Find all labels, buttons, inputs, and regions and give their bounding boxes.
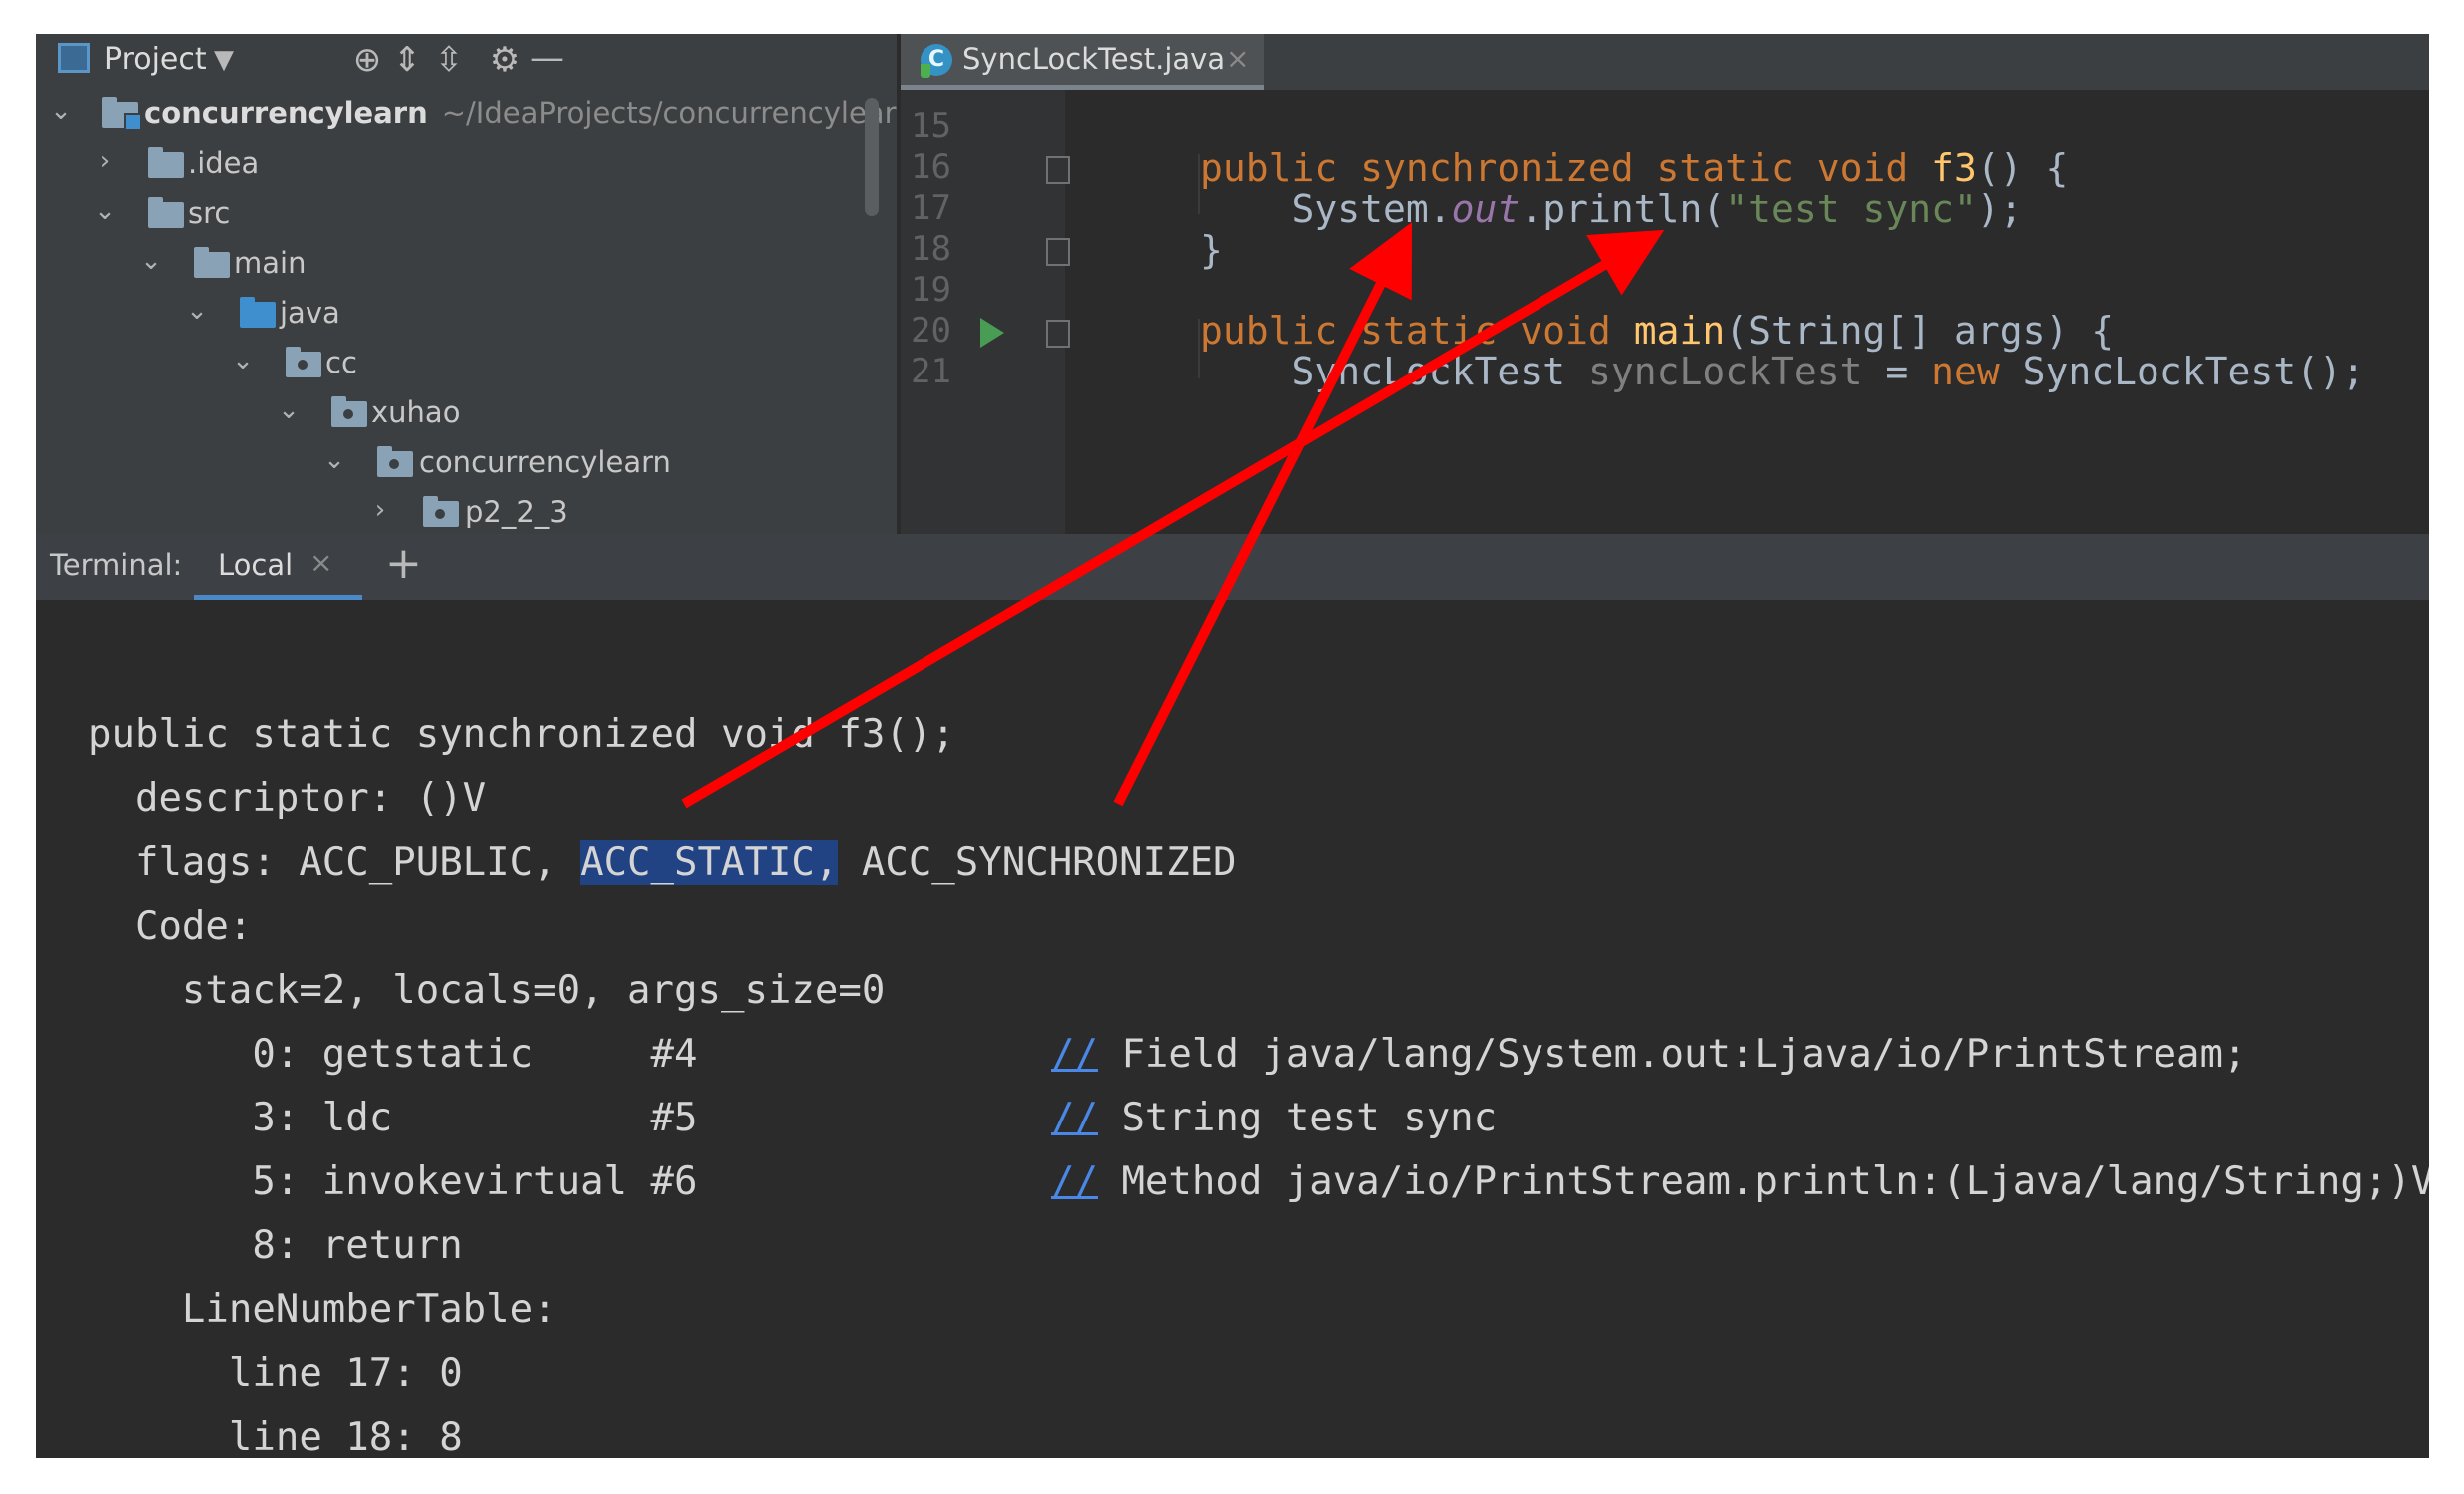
locate-icon[interactable]: ⊕ — [347, 40, 387, 80]
term-line-flags: flags: ACC_PUBLIC, ACC_STATIC, ACC_SYNCH… — [88, 840, 1237, 885]
line-number: 15 — [911, 106, 951, 146]
project-icon — [58, 43, 90, 73]
tab-label: SyncLockTest.java — [962, 42, 1226, 76]
terminal-title: Terminal: — [50, 548, 183, 582]
terminal-output[interactable]: public static synchronized void f3(); de… — [36, 600, 2429, 1458]
code-line-17[interactable]: System.out.println("test sync"); — [1200, 187, 2023, 231]
fold-marker-icon[interactable] — [1046, 238, 1070, 266]
term-comment-string: // String test sync — [1051, 1096, 1498, 1140]
line-number: 16 — [911, 147, 951, 187]
source-folder-icon — [240, 297, 276, 328]
line-number: 18 — [911, 229, 951, 269]
tree-item-label: p2_2_3 — [465, 495, 568, 529]
code-line-21[interactable]: SyncLockTest syncLockTest = new SyncLock… — [1200, 350, 2365, 393]
gear-icon[interactable]: ⚙ — [485, 40, 525, 80]
code-line-16[interactable]: public synchronized static void f3() { — [1200, 146, 2068, 190]
chevron-down-icon[interactable]: ▼ — [214, 40, 234, 80]
code-editor: C SyncLockTest.java × 15 16 17 18 19 20 … — [901, 34, 2429, 534]
folder-icon — [148, 147, 184, 178]
selected-text[interactable]: ACC_STATIC, — [580, 840, 839, 885]
term-line-instr-3: 3: ldc #5 — [88, 1096, 698, 1140]
tree-item-xuhao[interactable]: ⌄ xuhao — [36, 389, 897, 439]
line-number: 20 — [911, 311, 951, 351]
chevron-right-icon[interactable]: › — [92, 146, 118, 176]
tree-item-p2-2-3[interactable]: › p2_2_3 — [36, 489, 897, 534]
java-class-icon: C — [921, 44, 952, 78]
chevron-down-icon[interactable]: ⌄ — [184, 296, 210, 326]
line-number: 19 — [911, 270, 951, 310]
code-line-18[interactable]: } — [1200, 228, 1223, 272]
tree-item-label: concurrencylearn — [419, 445, 671, 479]
tree-item-label: xuhao — [371, 395, 461, 429]
chevron-down-icon[interactable]: ⌄ — [138, 246, 164, 276]
project-panel: Project ▼ ⊕ ⇕ ⇳ ⚙ — ⌄ concurrencylearn ~/… — [36, 34, 897, 534]
chevron-down-icon[interactable]: ⌄ — [276, 395, 302, 425]
minimize-icon[interactable]: — — [527, 38, 567, 78]
terminal-tool-bar: Terminal: Local × + — [36, 534, 2429, 600]
chevron-right-icon[interactable]: › — [367, 495, 393, 525]
fold-marker-icon[interactable] — [1046, 320, 1070, 348]
package-icon — [423, 496, 459, 527]
module-folder-icon — [102, 97, 142, 131]
editor-tab-bar: C SyncLockTest.java × — [901, 34, 2429, 90]
term-line-stack: stack=2, locals=0, args_size=0 — [88, 968, 886, 1013]
tree-item-concurrencylearn-root[interactable]: ⌄ concurrencylearn ~/IdeaProjects/concurr… — [36, 90, 897, 140]
fold-marker-icon[interactable] — [1046, 156, 1070, 184]
chevron-down-icon[interactable]: ⌄ — [48, 96, 74, 126]
tree-item-main[interactable]: ⌄ main — [36, 240, 897, 290]
chevron-down-icon[interactable]: ⌄ — [92, 196, 118, 226]
tab-label: Local — [218, 548, 294, 582]
project-scrollbar[interactable] — [865, 98, 879, 216]
code-line-20[interactable]: public static void main(String[] args) { — [1200, 309, 2114, 353]
term-line-signature: public static synchronized void f3(); — [88, 712, 955, 757]
term-comment-method: // Method java/io/PrintStream.println:(L… — [1051, 1159, 2429, 1204]
term-line-linenumbertable: LineNumberTable: — [88, 1287, 557, 1332]
project-title[interactable]: Project — [104, 42, 207, 77]
project-tree: ⌄ concurrencylearn ~/IdeaProjects/concurr… — [36, 90, 897, 534]
close-icon[interactable]: × — [1226, 42, 1249, 75]
term-line-descriptor: descriptor: ()V — [88, 776, 487, 821]
tree-item-label: cc — [325, 346, 357, 379]
tree-item-label: main — [234, 246, 307, 280]
package-icon — [331, 396, 367, 427]
tree-item-src[interactable]: ⌄ src — [36, 190, 897, 240]
term-line-instr-0: 0: getstatic #4 — [88, 1032, 698, 1077]
collapse-all-icon[interactable]: ⇳ — [429, 40, 469, 80]
line-number: 17 — [911, 188, 951, 228]
new-session-icon[interactable]: + — [385, 538, 422, 589]
term-comment-field: // Field java/lang/System.out:Ljava/io/P… — [1051, 1032, 2247, 1077]
tree-item-concurrencylearn-package[interactable]: ⌄ concurrencylearn — [36, 439, 897, 489]
term-line-ln17: line 17: 0 — [88, 1351, 463, 1396]
package-icon — [286, 347, 321, 377]
close-icon[interactable]: × — [309, 546, 332, 579]
line-gutter: 15 16 17 18 19 20 21 — [901, 90, 1070, 534]
tab-local[interactable]: Local × — [194, 534, 362, 600]
expand-all-icon[interactable]: ⇕ — [387, 40, 427, 80]
line-number: 21 — [911, 352, 951, 391]
tree-item-idea[interactable]: › .idea — [36, 140, 897, 190]
run-icon[interactable] — [980, 318, 1004, 348]
tree-item-label: src — [188, 196, 231, 230]
term-line-instr-8: 8: return — [88, 1223, 463, 1268]
chevron-down-icon[interactable]: ⌄ — [230, 346, 256, 375]
tree-item-label: concurrencylearn ~/IdeaProjects/concurren… — [144, 96, 897, 130]
term-line-ln18: line 18: 8 — [88, 1415, 463, 1458]
tree-item-label: java — [280, 296, 340, 330]
tree-item-label: .idea — [188, 146, 260, 180]
term-line-instr-5: 5: invokevirtual #6 — [88, 1159, 698, 1204]
folder-icon — [194, 247, 230, 278]
ide-window: Project ▼ ⊕ ⇕ ⇳ ⚙ — ⌄ concurrencylearn ~/… — [36, 34, 2429, 1458]
term-line-code: Code: — [88, 904, 253, 949]
tree-item-java[interactable]: ⌄ java — [36, 290, 897, 340]
folder-icon — [148, 197, 184, 228]
tab-synclocktest[interactable]: C SyncLockTest.java × — [901, 34, 1264, 90]
package-icon — [377, 446, 413, 477]
chevron-down-icon[interactable]: ⌄ — [321, 445, 347, 475]
project-header: Project ▼ ⊕ ⇕ ⇳ ⚙ — — [36, 34, 897, 90]
tree-item-cc[interactable]: ⌄ cc — [36, 340, 897, 389]
